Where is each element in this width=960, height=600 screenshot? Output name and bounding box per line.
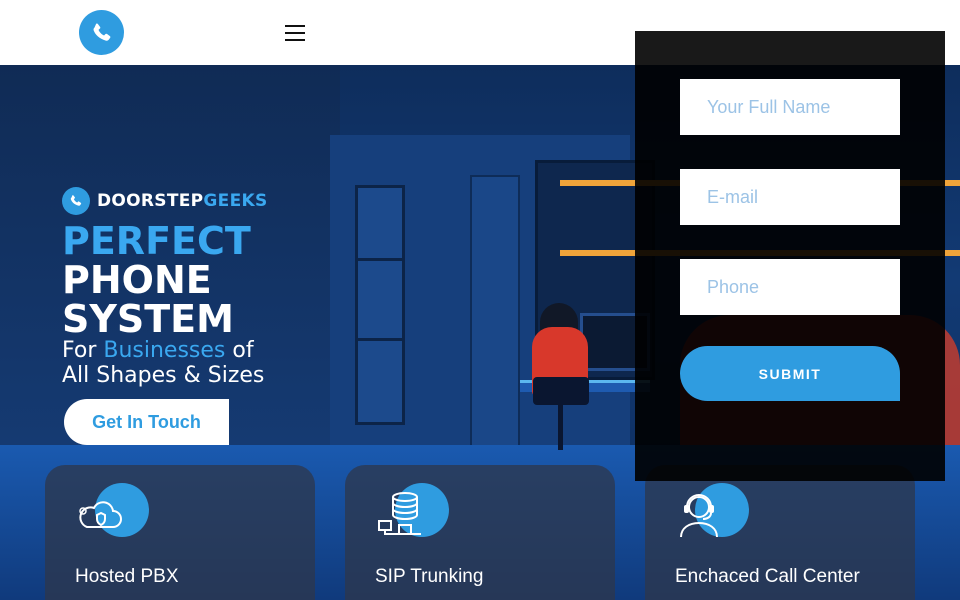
hero-illustration-chair <box>533 377 589 405</box>
email-field[interactable] <box>680 169 900 225</box>
service-title: SIP Trunking <box>375 566 484 587</box>
full-name-field[interactable] <box>680 79 900 135</box>
phone-icon <box>93 23 110 41</box>
brand-name: DOORSTEPGEEKS <box>97 191 268 211</box>
headline-line-2: PHONE <box>62 258 212 302</box>
headline-line-1: PERFECT <box>62 219 251 263</box>
subhead-part-1: For <box>62 338 104 363</box>
hero-illustration-chair-leg <box>558 405 563 450</box>
hero-headline: PERFECT PHONE SYSTEM <box>62 222 251 339</box>
service-card-sip-trunking[interactable]: SIP Trunking <box>345 465 615 600</box>
service-title: Enchaced Call Center <box>675 566 860 587</box>
phone-field[interactable] <box>680 259 900 315</box>
contact-form-panel: SUBMIT <box>635 31 945 481</box>
service-title: Hosted PBX <box>75 566 179 587</box>
phone-icon <box>62 187 90 215</box>
hamburger-menu-icon[interactable] <box>285 25 305 41</box>
subhead-line-2: All Shapes & Sizes <box>62 363 265 388</box>
subhead-accent: Businesses <box>103 338 226 363</box>
brand-logo: DOORSTEPGEEKS <box>62 187 268 215</box>
logo[interactable] <box>79 10 124 55</box>
hero-illustration-shelf <box>355 185 405 425</box>
server-network-icon <box>378 492 421 535</box>
hero-illustration-door <box>470 175 520 455</box>
subhead-part-2: of <box>225 338 254 363</box>
service-card-call-center[interactable]: Enchaced Call Center <box>645 465 915 600</box>
submit-button[interactable]: SUBMIT <box>680 346 900 401</box>
get-in-touch-button[interactable]: Get In Touch <box>64 399 229 445</box>
cloud-security-icon <box>79 501 122 528</box>
brand-prefix: DOORSTEP <box>97 191 204 211</box>
hero-subheading: For Businesses of All Shapes & Sizes <box>62 338 264 388</box>
brand-suffix: GEEKS <box>203 191 268 211</box>
headset-agent-icon <box>680 494 718 538</box>
subhead-line-1: For Businesses of <box>62 338 264 363</box>
service-card-hosted-pbx[interactable]: Hosted PBX <box>45 465 315 600</box>
headline-line-3: SYSTEM <box>62 297 234 341</box>
